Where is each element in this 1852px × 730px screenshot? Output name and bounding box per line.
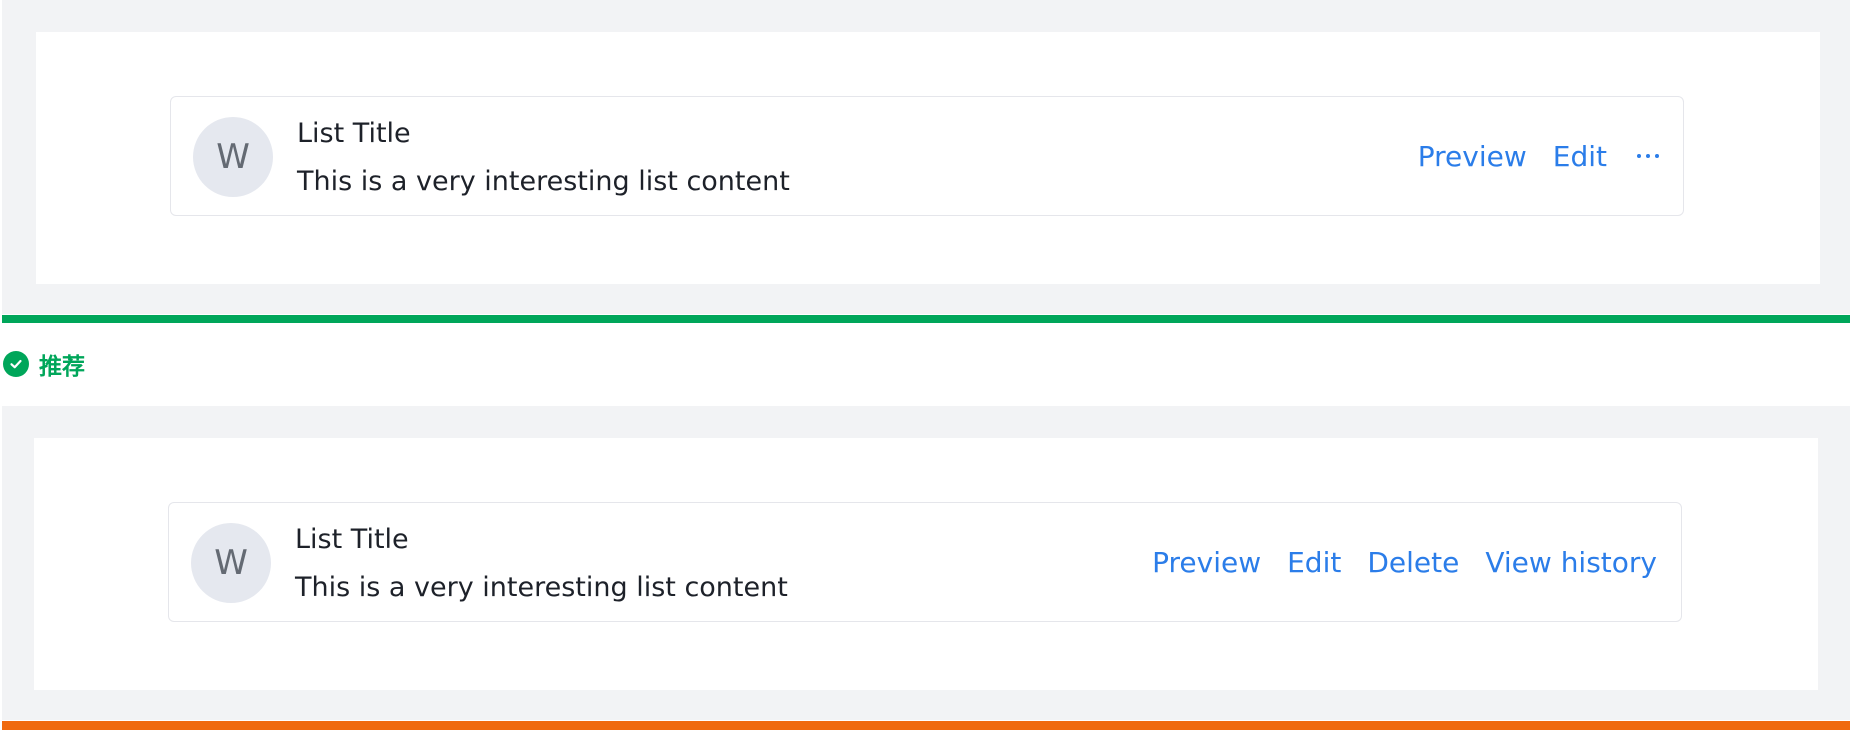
preview-link[interactable]: Preview	[1418, 140, 1527, 173]
list-item-title: List Title	[297, 118, 411, 149]
edit-link[interactable]: Edit	[1553, 140, 1607, 173]
list-item: W List Title This is a very interesting …	[170, 96, 1684, 216]
demo-canvas: W List Title This is a very interesting …	[36, 32, 1820, 284]
demo-panel-recommended: W List Title This is a very interesting …	[2, 0, 1850, 314]
more-icon[interactable]	[1633, 154, 1659, 158]
list-item-actions: Preview Edit	[1418, 97, 1659, 215]
edit-link[interactable]: Edit	[1287, 546, 1341, 579]
list-item-description: This is a very interesting list content	[295, 572, 788, 603]
recommendation-label: 推荐	[3, 347, 85, 381]
list-item-meta: List Title This is a very interesting li…	[295, 523, 788, 605]
delete-link[interactable]: Delete	[1367, 546, 1459, 579]
list-item-description: This is a very interesting list content	[297, 166, 790, 197]
list-item-meta: List Title This is a very interesting li…	[297, 117, 790, 199]
demo-canvas: W List Title This is a very interesting …	[34, 438, 1818, 690]
check-circle-icon	[3, 351, 29, 377]
list-item-actions: Preview Edit Delete View history	[1152, 503, 1657, 621]
list-item: W List Title This is a very interesting …	[168, 502, 1682, 622]
recommended-indicator-bar	[2, 315, 1850, 323]
view-history-link[interactable]: View history	[1485, 546, 1657, 579]
avatar: W	[193, 117, 273, 197]
not-recommended-indicator-bar	[2, 721, 1850, 730]
preview-link[interactable]: Preview	[1152, 546, 1261, 579]
demo-panel-not-recommended: W List Title This is a very interesting …	[2, 406, 1850, 720]
list-item-title: List Title	[295, 524, 409, 555]
recommendation-text: 推荐	[39, 354, 85, 380]
avatar: W	[191, 523, 271, 603]
